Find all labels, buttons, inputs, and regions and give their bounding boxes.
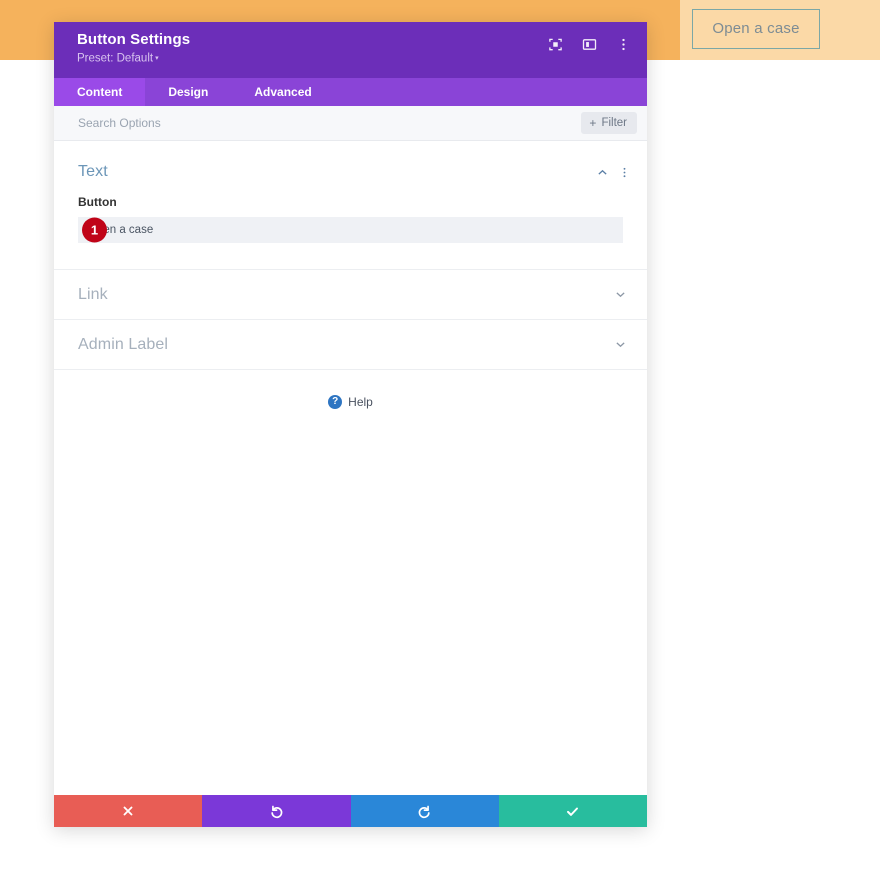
chevron-down-icon-admin-label[interactable]	[611, 336, 629, 354]
focus-icon[interactable]	[548, 37, 563, 52]
preset-selector[interactable]: Preset: Default ▾	[77, 52, 633, 66]
filter-button[interactable]: + Filter	[581, 112, 637, 134]
modal-header: Button Settings Preset: Default ▾	[54, 22, 647, 78]
button-text-label: Button	[78, 195, 117, 209]
tab-content[interactable]: Content	[54, 78, 146, 106]
step-badge-1: 1	[82, 217, 107, 243]
help-row[interactable]: ? Help	[54, 370, 647, 409]
tab-design[interactable]: Design	[145, 78, 231, 106]
chevron-up-icon[interactable]	[593, 163, 611, 181]
save-button[interactable]	[498, 795, 647, 827]
section-text-title: Text	[78, 163, 108, 180]
section-text-header[interactable]: Text	[54, 141, 647, 195]
help-icon: ?	[328, 395, 343, 409]
modal-tabs: Content Design Advanced	[54, 78, 647, 106]
chevron-down-icon-link[interactable]	[611, 286, 629, 304]
open-a-case-button[interactable]: Open a case	[692, 9, 820, 49]
more-vertical-icon[interactable]	[616, 37, 631, 52]
modal-body: Text Button 1 Open a case Link Admin Lab…	[54, 141, 647, 795]
button-text-input-row: 1	[78, 217, 623, 243]
undo-icon	[271, 805, 283, 818]
tab-advanced[interactable]: Advanced	[231, 78, 334, 106]
button-text-field-group: Button 1	[54, 195, 647, 243]
filter-button-label: Filter	[601, 117, 627, 129]
section-text: Text Button 1	[54, 141, 647, 270]
section-link[interactable]: Link	[54, 270, 647, 320]
button-settings-modal: Button Settings Preset: Default ▾ Conten…	[54, 22, 647, 827]
help-label: Help	[348, 395, 373, 409]
redo-button[interactable]	[350, 795, 499, 827]
modal-footer	[54, 795, 647, 827]
section-link-title: Link	[78, 285, 108, 303]
section-admin-label[interactable]: Admin Label	[54, 320, 647, 370]
search-bar: + Filter	[54, 106, 647, 141]
plus-icon: +	[589, 116, 597, 130]
button-text-input[interactable]	[78, 217, 623, 243]
cancel-button[interactable]	[54, 795, 203, 827]
check-icon	[567, 807, 579, 816]
undo-button[interactable]	[202, 795, 351, 827]
preset-label: Preset: Default	[77, 52, 154, 65]
search-input[interactable]	[78, 116, 582, 130]
section-admin-label-title: Admin Label	[78, 335, 169, 353]
section-more-vertical-icon[interactable]	[615, 163, 633, 181]
layout-panel-icon[interactable]	[582, 37, 597, 52]
chevron-down-icon: ▾	[155, 55, 159, 62]
modal-header-actions	[548, 37, 631, 52]
close-icon	[123, 806, 133, 816]
redo-icon	[418, 805, 430, 818]
